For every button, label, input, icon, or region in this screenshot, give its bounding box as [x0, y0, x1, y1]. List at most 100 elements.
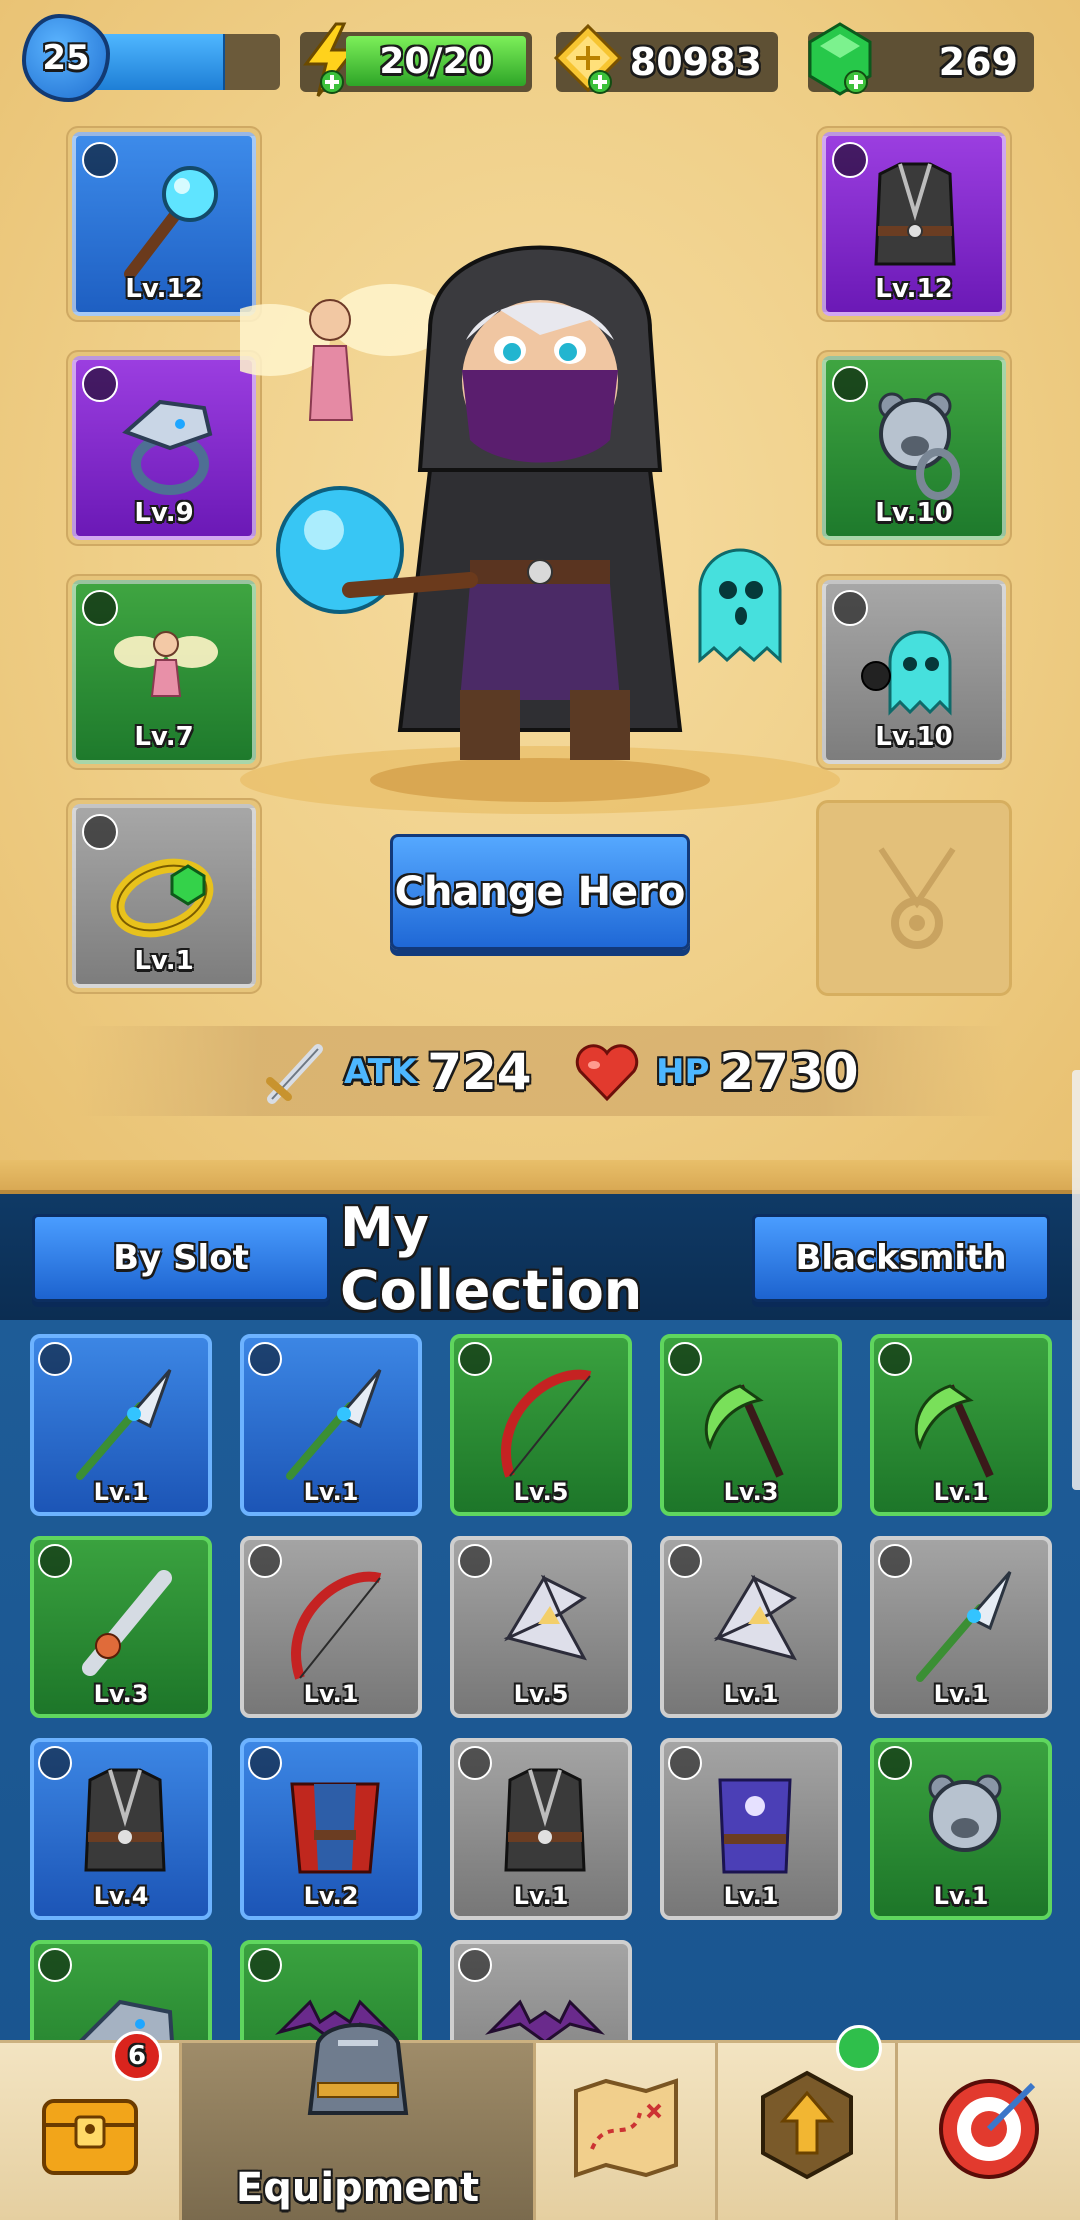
bear-ring-icon: [878, 392, 960, 500]
ring-slot-frame: Lv.9: [72, 356, 256, 540]
dark-armor-icon: [874, 162, 956, 266]
amulet-icon: [878, 847, 956, 949]
collection-item[interactable]: Lv.5: [450, 1536, 632, 1718]
hp-stat: HP 2730: [572, 1032, 859, 1112]
bracelet-slot[interactable]: Lv.1: [66, 798, 262, 994]
nav-tab-target[interactable]: [898, 2043, 1080, 2220]
atk-label: ATK: [344, 1052, 418, 1092]
collection-item[interactable]: Lv.5: [450, 1334, 632, 1516]
collection-item[interactable]: Lv.1: [870, 1334, 1052, 1516]
item-level: Lv.1: [933, 1882, 989, 1910]
collection-item[interactable]: [30, 1940, 212, 2040]
chest-badge: 6: [112, 2031, 162, 2081]
bat-pet-icon: [484, 1999, 606, 2040]
sword-icon: [266, 1044, 323, 1104]
collection-item[interactable]: Lv.1: [660, 1536, 842, 1718]
pet-slot-left[interactable]: Lv.7: [66, 574, 262, 770]
dark-armor-icon: [84, 1768, 166, 1872]
pet-slot-left-frame: Lv.7: [72, 580, 256, 764]
collection-title: My Collection: [340, 1196, 643, 1322]
gold-coin-icon: [553, 23, 623, 94]
collection-item[interactable]: Lv.3: [660, 1334, 842, 1516]
item-level: Lv.1: [933, 1478, 989, 1506]
moon-robe-icon: [718, 1778, 792, 1874]
atk-stat: ATK 724: [260, 1032, 532, 1112]
hero-character: [240, 245, 840, 814]
bracelet-slot-frame: Lv.1: [72, 804, 256, 988]
shuriken-icon: [713, 1574, 797, 1661]
dark-armor-icon: [504, 1768, 586, 1872]
energy-counter[interactable]: 20/20: [300, 22, 532, 97]
fairy-companion: [240, 284, 450, 421]
collection-item[interactable]: Lv.1: [240, 1536, 422, 1718]
gold-counter[interactable]: 80983: [553, 23, 778, 94]
collection-item[interactable]: Lv.2: [240, 1738, 422, 1920]
energy-value: 20/20: [346, 36, 526, 86]
shuriken-icon: [503, 1574, 587, 1661]
item-level: Lv.5: [513, 1680, 569, 1708]
armor-helmet-icon: [307, 2023, 408, 2115]
collection-item[interactable]: Lv.1: [870, 1738, 1052, 1920]
hero-stats: ATK 724 HP 2730: [74, 1026, 1006, 1116]
ring2-slot-frame: Lv.10: [822, 356, 1006, 540]
spear-icon: [916, 1571, 1012, 1682]
ring2-slot[interactable]: Lv.10: [816, 350, 1012, 546]
collection-header: By Slot My Collection Blacksmith: [0, 1190, 1080, 1322]
item-level: Lv.1: [303, 1680, 359, 1708]
item-level: Lv.5: [513, 1478, 569, 1506]
red-cloak-icon: [290, 1782, 380, 1874]
collection-item[interactable]: Lv.1: [240, 1334, 422, 1516]
pet-slot-right[interactable]: Lv.10: [816, 574, 1012, 770]
change-hero-button[interactable]: Change Hero: [390, 834, 690, 950]
scythe-icon: [914, 1384, 994, 1478]
blacksmith-button[interactable]: Blacksmith: [752, 1214, 1050, 1302]
pet-slot-right-frame: Lv.10: [822, 580, 1006, 764]
side-handle[interactable]: [1072, 1070, 1080, 1490]
bottom-nav: 6 Equipment: [0, 2023, 1080, 2220]
nav-tab-upgrade[interactable]: [718, 2025, 898, 2220]
item-level: Lv.1: [723, 1882, 779, 1910]
weapon-slot[interactable]: Lv.12: [66, 126, 262, 322]
item-level: Lv.1: [933, 1680, 989, 1708]
treasure-chest-icon: [41, 2099, 138, 2175]
ring2-level: Lv.10: [875, 498, 953, 528]
collection-item[interactable]: [450, 1940, 632, 2040]
item-level: Lv.1: [303, 1478, 359, 1506]
collection-item[interactable]: Lv.1: [660, 1738, 842, 1920]
collection-item[interactable]: Lv.3: [30, 1536, 212, 1718]
spear-icon: [286, 1369, 382, 1480]
gold-value: 80983: [629, 40, 762, 84]
item-level: Lv.2: [303, 1882, 359, 1910]
armor-level: Lv.12: [875, 274, 953, 304]
gem-value: 269: [938, 40, 1018, 84]
target-icon: [939, 2079, 1039, 2179]
gold-bracelet-icon: [110, 858, 214, 938]
item-level: Lv.1: [513, 1882, 569, 1910]
collection-item[interactable]: Lv.1: [30, 1334, 212, 1516]
nav-tab-equipment[interactable]: Equipment: [182, 2023, 536, 2220]
collection-item[interactable]: Lv.4: [30, 1738, 212, 1920]
ring-slot[interactable]: Lv.9: [66, 350, 262, 546]
bow-icon: [291, 1571, 382, 1680]
nav-tab-map[interactable]: [536, 2043, 718, 2220]
collection-item[interactable]: Lv.1: [870, 1536, 1052, 1718]
ring-level: Lv.9: [134, 498, 194, 528]
item-level: Lv.3: [93, 1680, 149, 1708]
dragon-ring-icon: [79, 1999, 174, 2040]
nav-tab-chest[interactable]: 6: [0, 2031, 182, 2220]
bow-icon: [501, 1369, 592, 1478]
collection-grid: Lv.1 Lv.1 Lv.5 Lv.3 Lv.1 Lv.3 Lv.1 Lv.5 Lv.1 Lv.1…: [0, 1320, 1080, 2040]
amulet-slot-empty[interactable]: [816, 800, 1012, 996]
weapon-level: Lv.12: [125, 274, 203, 304]
hp-value: 2730: [719, 1043, 859, 1101]
by-slot-button[interactable]: By Slot: [32, 1214, 330, 1302]
weapon-slot-frame: Lv.12: [72, 132, 256, 316]
spear-icon: [76, 1369, 172, 1480]
level-badge: 25: [22, 14, 110, 102]
armor-slot[interactable]: Lv.12: [816, 126, 1012, 322]
collection-item[interactable]: Lv.1: [450, 1738, 632, 1920]
dragon-ring-icon: [122, 399, 213, 495]
gem-counter[interactable]: 269: [808, 22, 1034, 96]
level-progress: 25: [22, 14, 280, 102]
item-level: Lv.1: [93, 1478, 149, 1506]
